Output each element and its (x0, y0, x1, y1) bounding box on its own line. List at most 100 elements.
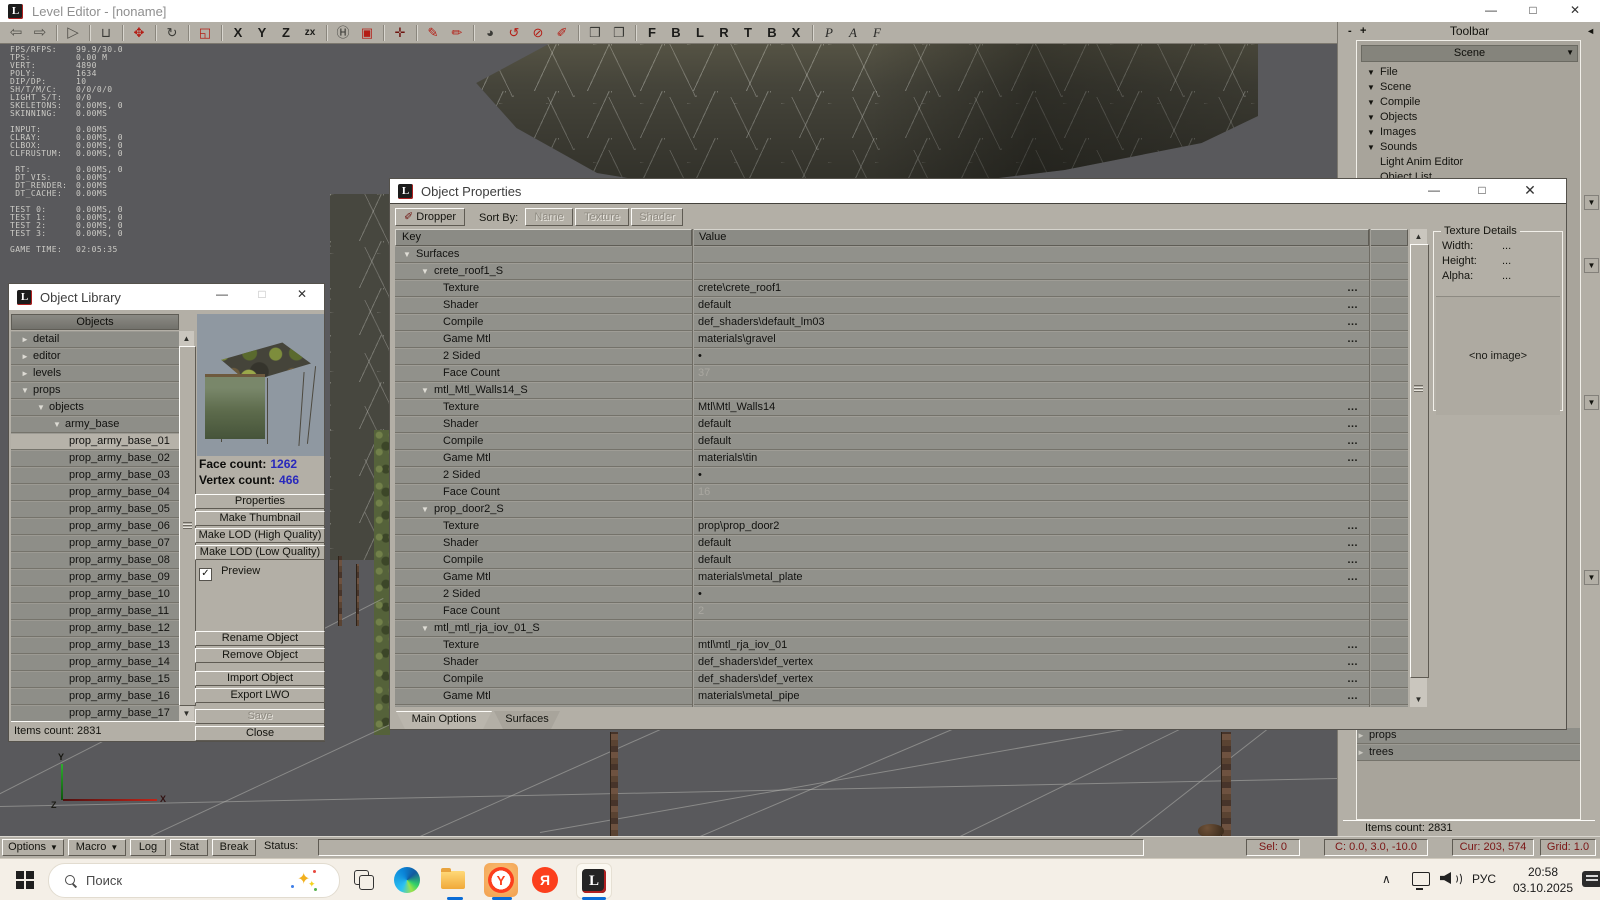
scrollbar-thumb[interactable] (179, 346, 196, 706)
tree-item-objects[interactable]: ▼objects (11, 399, 179, 416)
tree-item-prop_army_base_15[interactable]: prop_army_base_15 (11, 671, 179, 688)
toolbar-icon-move[interactable]: ✥ (130, 24, 148, 42)
property-row[interactable]: 2 Sided• (395, 705, 1408, 707)
property-value[interactable]: default (698, 552, 1318, 569)
panel-section-compile[interactable]: ▼Compile (1357, 95, 1580, 110)
property-row[interactable]: Face Count37 (395, 365, 1408, 382)
property-value[interactable]: • (698, 467, 1318, 484)
panel-section-sounds[interactable]: ▼Sounds (1357, 140, 1580, 155)
tree-item-editor[interactable]: ►editor (11, 348, 179, 365)
log-button[interactable]: Log (130, 839, 166, 856)
toolbar-icon-flag-f[interactable]: F (868, 24, 886, 42)
property-row[interactable]: Shaderdefault… (395, 535, 1408, 552)
tree-item-trees[interactable]: ►trees (1357, 744, 1580, 761)
browse-button[interactable]: … (1343, 637, 1363, 654)
tree-item-props[interactable]: ▼props (11, 382, 179, 399)
toolbar-icon-view-front[interactable]: F (643, 24, 661, 42)
expanded-arrow-icon[interactable]: ▼ (421, 263, 434, 280)
speaker-icon[interactable] (1440, 871, 1462, 885)
property-row[interactable]: Compiledef_shaders\def_vertex… (395, 671, 1408, 688)
rename-object-button[interactable]: Rename Object (195, 631, 325, 646)
expanded-arrow-icon[interactable]: ▼ (1367, 80, 1380, 95)
object-properties-titlebar[interactable]: L Object Properties — □ ✕ (390, 179, 1566, 203)
expanded-arrow-icon[interactable]: ▼ (21, 382, 33, 399)
property-value[interactable]: mtl\mtl_rja_iov_01 (698, 637, 1318, 654)
scroll-up-icon[interactable]: ▲ (179, 331, 194, 346)
expanded-arrow-icon[interactable]: ▼ (1367, 125, 1380, 140)
toolbar-icon-scale[interactable]: ◱ (196, 24, 214, 42)
dropper-button[interactable]: ✐ Dropper (395, 208, 465, 226)
property-value[interactable]: materials\tin (698, 450, 1318, 467)
panel-section-images[interactable]: ▼Images (1357, 125, 1580, 140)
scroll-down-icon[interactable]: ▼ (1410, 692, 1427, 707)
toolbar-icon-select-pointer[interactable]: ▷ (64, 24, 82, 42)
export-lwo-button[interactable]: Export LWO (195, 688, 325, 703)
expanded-arrow-icon[interactable]: ▼ (1367, 140, 1380, 155)
browse-button[interactable]: … (1343, 450, 1363, 467)
tree-item-prop_army_base_08[interactable]: prop_army_base_08 (11, 552, 179, 569)
network-icon[interactable] (1412, 872, 1430, 886)
tab-main-options[interactable]: Main Options (396, 711, 492, 729)
maximize-button[interactable]: □ (242, 284, 282, 306)
taskbar-search[interactable]: Поиск ✦✦ (48, 863, 340, 898)
toolbar-icon-view-axis-x[interactable]: X (787, 24, 805, 42)
property-row[interactable]: Texturecrete\crete_roof1… (395, 280, 1408, 297)
toolbar-icon-view-bottom[interactable]: B (763, 24, 781, 42)
maximize-button[interactable]: □ (1458, 180, 1506, 202)
panel-section-objects[interactable]: ▼Objects (1357, 110, 1580, 125)
property-value[interactable]: default (698, 416, 1318, 433)
toolbar-icon-paint-fill[interactable]: ✏ (448, 24, 466, 42)
tree-item-prop_army_base_06[interactable]: prop_army_base_06 (11, 518, 179, 535)
toolbar-icon-rotate[interactable]: ↻ (163, 24, 181, 42)
property-value[interactable]: 37 (698, 365, 1318, 382)
property-value[interactable]: def_shaders\def_vertex (698, 654, 1318, 671)
notification-center-icon[interactable] (1582, 871, 1600, 887)
chevron-down-icon[interactable]: ▼ (1584, 258, 1599, 273)
expanded-arrow-icon[interactable]: ▼ (1367, 65, 1380, 80)
property-row[interactable]: Shaderdefault… (395, 297, 1408, 314)
task-view-button[interactable] (350, 865, 380, 895)
property-row[interactable]: Compiledefault… (395, 552, 1408, 569)
property-row[interactable]: Game Mtlmaterials\gravel… (395, 331, 1408, 348)
sort-shader-button[interactable]: Shader (631, 208, 683, 226)
chevron-down-icon[interactable]: ▼ (1584, 570, 1599, 585)
stat-button[interactable]: Stat (170, 839, 208, 856)
break-button[interactable]: Break (212, 839, 256, 856)
toolbar-icon-axis-z[interactable]: Z (277, 24, 295, 42)
property-value[interactable]: def_shaders\def_vertex (698, 671, 1318, 688)
tree-item-prop_army_base_12[interactable]: prop_army_base_12 (11, 620, 179, 637)
expanded-arrow-icon[interactable]: ▼ (421, 620, 434, 637)
browse-button[interactable]: … (1343, 535, 1363, 552)
file-explorer-icon[interactable] (438, 865, 468, 895)
tray-expand-icon[interactable]: ∧ (1382, 872, 1391, 886)
property-row[interactable]: ▼prop_door2_S (395, 501, 1408, 518)
browse-button[interactable]: … (1343, 654, 1363, 671)
property-row[interactable]: Game Mtlmaterials\metal_plate… (395, 569, 1408, 586)
tree-item-prop_army_base_02[interactable]: prop_army_base_02 (11, 450, 179, 467)
toolbar-icon-flag-p[interactable]: P (820, 24, 838, 42)
make-lod-high-button[interactable]: Make LOD (High Quality) (195, 528, 325, 543)
chevron-down-icon[interactable]: ▼ (1584, 395, 1599, 410)
property-row[interactable]: TextureMtl\Mtl_Walls14… (395, 399, 1408, 416)
tree-item-prop_army_base_11[interactable]: prop_army_base_11 (11, 603, 179, 620)
scene-building-mesh[interactable] (452, 44, 1258, 194)
toolbar-icon-paint-secondary[interactable]: ✐ (553, 24, 571, 42)
checkbox-check-icon[interactable]: ✓ (199, 568, 212, 581)
toolbar-icon-paint[interactable]: ✎ (424, 24, 442, 42)
minimize-button[interactable]: — (1410, 180, 1458, 202)
property-value[interactable]: • (698, 348, 1318, 365)
browse-button[interactable]: … (1343, 433, 1363, 450)
expanded-arrow-icon[interactable]: ▼ (403, 246, 416, 263)
property-row[interactable]: Texturemtl\mtl_rja_iov_01… (395, 637, 1408, 654)
scene-selector[interactable]: Scene ▼ (1361, 45, 1578, 62)
tree-item-prop_army_base_10[interactable]: prop_army_base_10 (11, 586, 179, 603)
tree-item-prop_army_base_16[interactable]: prop_army_base_16 (11, 688, 179, 705)
macro-menu-button[interactable]: Macro▼ (68, 839, 126, 856)
browse-button[interactable]: … (1343, 688, 1363, 705)
property-value[interactable]: materials\gravel (698, 331, 1318, 348)
toolbar-icon-view-right[interactable]: R (715, 24, 733, 42)
clock[interactable]: 20:58 03.10.2025 (1510, 864, 1576, 896)
column-divider[interactable] (1369, 229, 1370, 707)
sort-texture-button[interactable]: Texture (575, 208, 629, 226)
property-value[interactable]: • (698, 586, 1318, 603)
